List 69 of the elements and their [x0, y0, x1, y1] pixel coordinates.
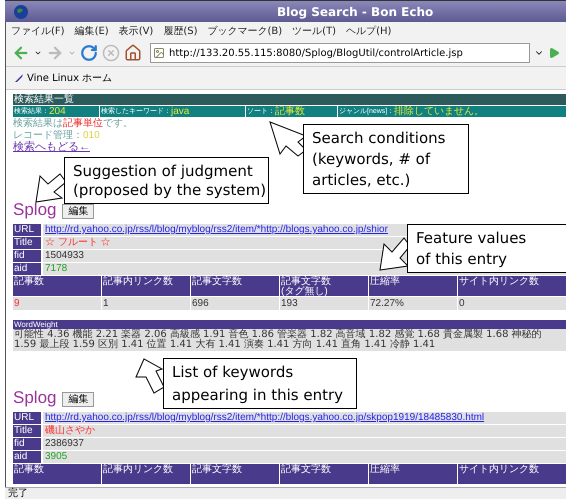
field-label: fid — [13, 250, 41, 262]
table-cell: 72.27% — [369, 297, 457, 310]
go-icon[interactable] — [548, 47, 560, 59]
field-value: 3905 — [43, 451, 566, 463]
table-cell: 0 — [458, 297, 566, 310]
table-header: 記事文字数 — [191, 276, 279, 296]
condition-value: 記事数 — [275, 106, 305, 116]
verdict-label: Splog — [13, 201, 56, 219]
table-cell: 9 — [13, 297, 101, 310]
section-header: WordWeight — [13, 320, 566, 329]
field-label: Title — [13, 237, 41, 249]
status-bar: 完了 — [5, 487, 566, 499]
menu-item[interactable]: ファイル(F) — [11, 24, 65, 38]
page-icon — [153, 47, 165, 59]
table-header: 記事文字数 — [280, 464, 368, 484]
table-header: 記事数 — [13, 276, 101, 296]
table-cell: 1 — [102, 297, 190, 310]
table-header: 記事文字数 — [191, 464, 279, 484]
condition-value: java — [171, 106, 190, 116]
note-value: 010 — [83, 130, 100, 142]
bookmark-icon — [14, 73, 24, 83]
field-value: 2386937 — [43, 438, 566, 450]
edit-button[interactable]: 編集 — [62, 204, 94, 219]
menu-item[interactable]: ツール(T) — [292, 24, 336, 38]
keyword-list: 可能性 4.36 機能 2.21 楽器 2.06 高級感 1.91 音色 1.86 管楽器 1.82 高音域 1.82 感覚 1.68 貴金属製 1.68 神秘的 1.59 最上段 1.59 区別 1.41 位置 1.41 大有 1.41 演奏 1.41 方向 1.41 直角 1.41 冷静 1.41 — [13, 329, 566, 351]
section-header: 検索結果一覧 — [13, 94, 566, 105]
globe-icon — [13, 4, 29, 20]
reload-icon[interactable] — [80, 44, 98, 62]
back-link[interactable]: 検索へもどる← — [13, 142, 90, 153]
table-header: 圧縮率 — [369, 276, 457, 296]
note-label: レコード管理： — [13, 130, 83, 141]
table-header: 記事内リンク数 — [102, 464, 190, 484]
field-label: aid — [13, 451, 41, 463]
menu-item[interactable]: ヘルプ(H) — [346, 24, 392, 38]
url-text: http://133.20.55.115:8080/Splog/BlogUtil/controlArticle.jsp — [169, 46, 463, 60]
table-header: 記事文字数 (タグ無し) — [280, 276, 368, 296]
home-icon[interactable] — [124, 44, 142, 62]
verdict-label: Splog — [13, 389, 56, 407]
condition-value: 排除していません。 — [394, 106, 484, 116]
condition-value: 204 — [49, 106, 66, 116]
field-value: 磯山さやか — [43, 425, 566, 437]
edit-button[interactable]: 編集 — [62, 392, 94, 407]
table-cell: 193 — [280, 297, 368, 310]
note-text: 検索結果は記事単位です。 — [13, 118, 133, 130]
bookmark-link[interactable]: Vine Linux ホーム — [27, 70, 112, 86]
url-link[interactable]: http://rd.yahoo.co.jp/rss/l/blog/myblog/rss2/item/*http://blogs.yahoo.co.jp/skpop1919/18485830.html — [43, 412, 566, 424]
field-label: fid — [13, 438, 41, 450]
table-header: 記事数 — [13, 464, 101, 484]
field-label: URL — [13, 224, 41, 236]
menu-item[interactable]: ブックマーク(B) — [208, 24, 282, 38]
callout-tooltip: Search conditions (keywords, # of articles, etc.) — [303, 124, 469, 194]
table-header: 記事内リンク数 — [102, 276, 190, 296]
field-label: Title — [13, 425, 41, 437]
dropdown-icon[interactable] — [34, 49, 42, 57]
url-field[interactable]: http://133.20.55.115:8080/Splog/BlogUtil/controlArticle.jsp — [150, 43, 530, 63]
menu-item[interactable]: 表示(V) — [118, 24, 154, 38]
field-label: aid — [13, 263, 41, 275]
menu-item[interactable]: 編集(E) — [74, 24, 109, 38]
table-header: サイト内リンク数 — [458, 276, 566, 296]
callout-arrow-tooltip — [134, 357, 166, 395]
callout-tooltip: List of keywords appearing in this entry — [163, 358, 357, 409]
table-cell: 696 — [191, 297, 279, 310]
callout-tooltip: Feature values of this entry — [407, 224, 566, 273]
menu-item[interactable]: 履歴(S) — [163, 24, 198, 38]
field-label: URL — [13, 412, 41, 424]
window-title: Blog Search - Bon Echo — [277, 4, 434, 20]
table-header: サイト内リンク数 — [458, 464, 566, 484]
table-header: 圧縮率 — [369, 464, 457, 484]
callout-tooltip: Suggestion of judgment (proposed by the system) — [64, 157, 269, 204]
